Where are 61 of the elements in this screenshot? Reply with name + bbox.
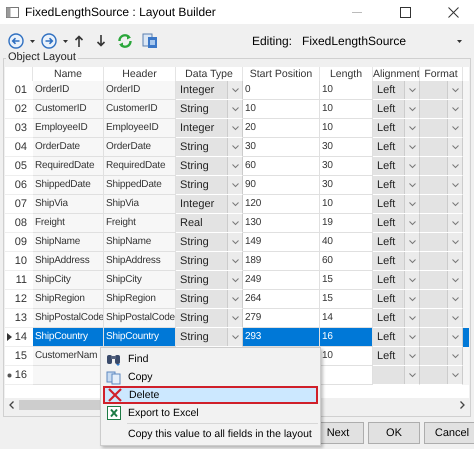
table-cell: RequiredDate [33,157,104,176]
table-cell: ShipVia [33,195,104,214]
row-number: 11 [16,274,27,286]
row-number: 05 [14,160,27,172]
table-cell: ShipCountry [104,328,176,347]
table-cell: 30 [243,138,320,157]
table-cell: 0 [243,81,320,100]
table-cell: ShippedDate [104,176,176,195]
table-cell: 16 [320,328,373,347]
table-cell: 149 [243,233,320,252]
row-number: 06 [14,179,27,191]
row-number: 14 [14,331,27,343]
table-cell: ShipName [33,233,104,252]
table-cell: EmployeeID [104,119,176,138]
table-cell: 20 [243,119,320,138]
row-number: 09 [14,236,27,248]
table-cell: RequiredDate [104,157,176,176]
row-number: 02 [14,103,27,115]
row-number: 15 [14,350,27,362]
table-cell: CustomerID [33,100,104,119]
table-cell: ShipAddress [33,252,104,271]
table-cell: 10 [243,100,320,119]
table-cell: 120 [243,195,320,214]
table-cell: 60 [243,157,320,176]
table-cell: ShippedDate [33,176,104,195]
table-cell: ShipVia [104,195,176,214]
table-cell: 293 [243,328,320,347]
table-cell: ShipRegion [104,290,176,309]
table-cell: ShipCity [104,271,176,290]
table-cell: ShipCity [33,271,104,290]
table-cell: OrderDate [104,138,176,157]
table-cell: Freight [33,214,104,233]
table-cell: 249 [243,271,320,290]
table-cell: ShipPostalCode [33,309,104,328]
row-number: 01 [14,84,27,96]
table-cell: Freight [104,214,176,233]
table-cell: EmployeeID [33,119,104,138]
table-cell: 189 [243,252,320,271]
row-number: 07 [14,198,27,210]
row-number: 04 [14,141,27,153]
editing-label: Editing: [252,34,292,48]
row-number: 12 [14,293,27,305]
window-title: FixedLengthSource : Layout Builder [25,5,217,19]
row-number: 08 [14,217,27,229]
table-cell: ShipName [104,233,176,252]
row-number: 03 [14,122,27,134]
table-cell: ShipCountry [33,328,104,347]
table-cell: ShipPostalCode [104,309,176,328]
row-number: 13 [14,312,27,324]
row-number: 10 [14,255,27,267]
table-cell: OrderID [33,81,104,100]
row-number: 16 [14,369,27,381]
table-cell: 90 [243,176,320,195]
table-cell: OrderDate [33,138,104,157]
table-cell: CustomerID [104,100,176,119]
group-title: Object Layout [6,51,78,63]
table-cell: OrderID [104,81,176,100]
table-cell: 130 [243,214,320,233]
table-cell: ShipAddress [104,252,176,271]
table-cell: ShipRegion [33,290,104,309]
table-cell: 264 [243,290,320,309]
